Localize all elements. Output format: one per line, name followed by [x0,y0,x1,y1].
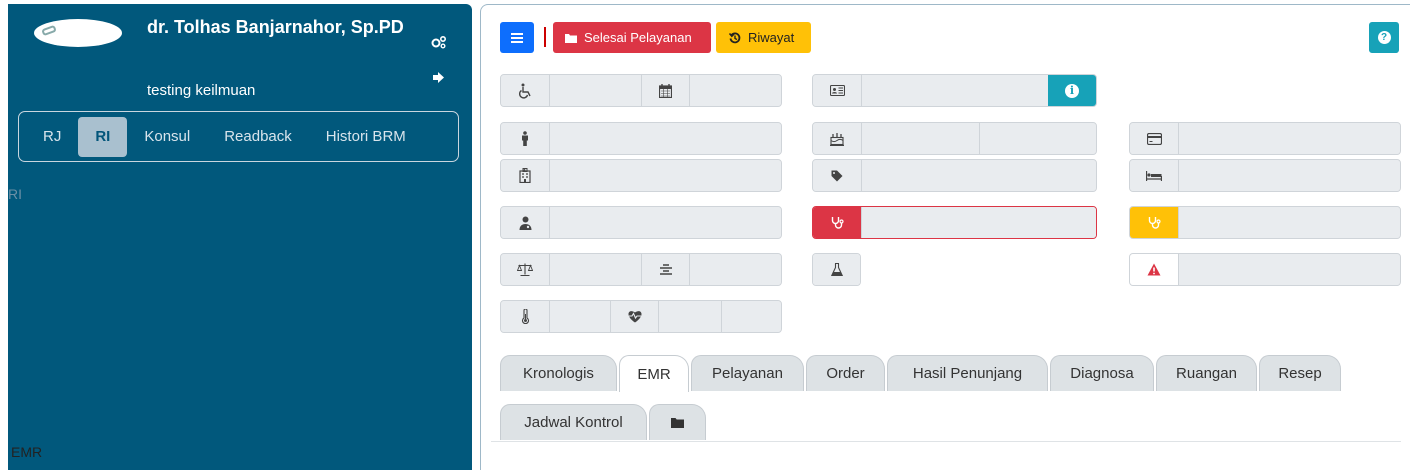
sidebar-tab-histori-brm[interactable]: Histori BRM [309,117,423,157]
field-row-wheelchair-date [500,74,782,107]
sidebar: dr. Tolhas Banjarnahor, Sp.PD testing ke… [8,4,472,470]
field-row-person [500,122,782,155]
stethoscope-icon [813,207,861,238]
doctor-icon [501,207,549,238]
input-segment[interactable] [1178,123,1400,154]
person-icon [501,123,549,154]
gears-icon[interactable] [431,35,447,49]
tab-order[interactable]: Order [806,355,885,391]
stethoscope-icon [1130,207,1178,238]
tab-content: EMR [11,444,43,460]
tab-hasil-penunjang[interactable]: Hasil Penunjang [887,355,1048,391]
field-row-credit-card [1129,122,1401,155]
app-root: dr. Tolhas Banjarnahor, Sp.PD testing ke… [0,0,1410,470]
field-row-flask [812,253,861,286]
credit-card-icon [1130,123,1178,154]
input-segment[interactable] [979,123,1096,154]
info-icon: i [1065,83,1079,98]
doctor-subtitle: testing keilmuan [147,82,256,99]
help-button[interactable]: ? [1369,22,1399,53]
calendar-icon [641,75,689,106]
toolbar-separator [544,27,546,47]
flask-icon [813,254,860,285]
tab-emr[interactable]: EMR [619,355,689,392]
field-row-stethoscope-yellow [1129,206,1401,239]
tabs-baseline [491,441,1401,442]
tab-pelayanan[interactable]: Pelayanan [691,355,804,391]
folder-icon [671,418,684,428]
riwayat-label: Riwayat [748,30,795,45]
input-segment[interactable] [1178,254,1400,285]
input-segment[interactable] [549,301,610,332]
input-segment[interactable] [549,207,781,238]
menu-icon [511,32,523,43]
sidebar-tab-rj[interactable]: RJ [26,117,78,157]
tab-diagnosa[interactable]: Diagnosa [1050,355,1154,391]
field-row-bed [1129,159,1401,192]
warning-icon [1130,254,1178,285]
scale-icon [501,254,549,285]
info-button[interactable]: i [1048,75,1096,106]
heartbeat-icon [610,301,658,332]
tab-resep[interactable]: Resep [1259,355,1341,391]
input-segment[interactable] [689,75,781,106]
field-row-tag [812,159,1097,192]
input-segment[interactable] [861,160,1096,191]
doctor-name: dr. Tolhas Banjarnahor, Sp.PD [147,17,404,37]
selesai-pelayanan-label: Selesai Pelayanan [584,30,692,45]
sidebar-tab-ri[interactable]: RI [78,116,128,157]
input-segment[interactable] [549,160,781,191]
input-segment[interactable] [861,207,1096,238]
field-row-id-card: i [812,74,1097,107]
input-segment[interactable] [861,123,979,154]
field-row-hospital [500,159,782,192]
riwayat-button[interactable]: Riwayat [716,22,811,53]
menu-button[interactable] [500,22,534,53]
input-segment[interactable] [549,254,641,285]
field-row-temperature-heart [500,300,782,333]
sidebar-tab-readback[interactable]: Readback [207,117,309,157]
align-icon [641,254,689,285]
sign-out-icon[interactable] [433,72,445,83]
field-row-weight-height [500,253,782,286]
tab-kronologis[interactable]: Kronologis [500,355,617,391]
thermometer-icon [501,301,549,332]
tab-jadwal-kontrol[interactable]: Jadwal Kontrol [500,404,647,440]
bed-icon [1130,160,1178,191]
input-segment[interactable] [689,254,781,285]
folder-icon [565,33,577,43]
input-segment[interactable] [1178,207,1400,238]
main-panel: Selesai Pelayanan Riwayat ? i Kronologis… [480,4,1410,470]
input-segment[interactable] [721,301,781,332]
tab-ruangan[interactable]: Ruangan [1156,355,1257,391]
input-segment[interactable] [549,123,781,154]
id-card-icon [813,75,861,106]
question-icon: ? [1377,31,1391,44]
field-row-stethoscope-red [812,206,1097,239]
input-segment[interactable] [1178,160,1400,191]
input-segment[interactable] [549,75,641,106]
sidebar-tab-konsul[interactable]: Konsul [127,117,207,157]
input-segment[interactable] [861,75,1048,106]
birthday-cake-icon [813,123,861,154]
tag-icon [813,160,861,191]
hospital-icon [501,160,549,191]
tab-folder[interactable] [649,404,706,440]
wheelchair-icon [501,75,549,106]
field-row-warning [1129,253,1401,286]
input-segment[interactable] [658,301,721,332]
field-row-doctor [500,206,782,239]
hospital-logo [34,19,122,47]
selesai-pelayanan-button[interactable]: Selesai Pelayanan [553,22,711,53]
field-row-birthday [812,122,1097,155]
sidebar-tabs: RJ RI Konsul Readback Histori BRM [18,111,459,162]
logo-mark [41,24,57,37]
history-icon [729,32,741,44]
sidebar-tab-content: RI [8,186,22,202]
